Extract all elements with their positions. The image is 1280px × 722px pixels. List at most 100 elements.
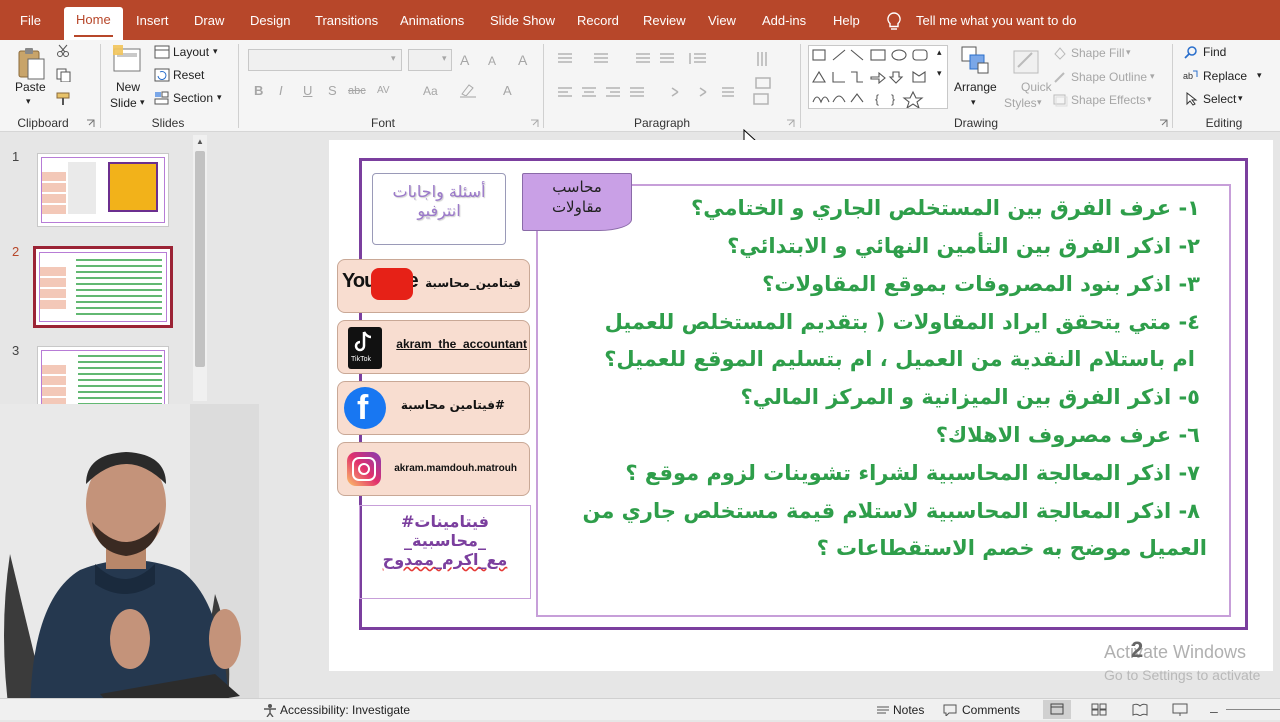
chevron-down-icon[interactable]: ▾ <box>442 53 447 64</box>
chevron-down-icon[interactable]: ▾ <box>26 96 31 107</box>
shapes-gallery-icon[interactable]: {} <box>809 46 947 110</box>
new-slide-label-1[interactable]: New <box>116 80 140 94</box>
strikethrough-button[interactable]: abc <box>348 85 366 97</box>
chevron-down-icon[interactable]: ▾ <box>1126 47 1131 58</box>
char-spacing-button[interactable]: AV <box>377 85 390 96</box>
chevron-down-icon[interactable]: ▾ <box>1238 93 1243 104</box>
clear-format-icon[interactable]: A <box>518 52 527 68</box>
slide-canvas[interactable]: محاسب مقاولات أسئلة واجابات انترفيو YouT… <box>329 140 1273 671</box>
slide-thumbnail-1[interactable] <box>37 153 169 227</box>
zoom-out-icon[interactable]: – <box>1210 703 1218 719</box>
cut-icon[interactable] <box>56 44 70 58</box>
tab-insert[interactable]: Insert <box>132 8 173 36</box>
quick-styles-label-2[interactable]: Styles <box>1004 96 1037 110</box>
select-button[interactable]: Select <box>1203 92 1236 106</box>
dialog-launcher-icon[interactable] <box>786 119 795 128</box>
chevron-down-icon[interactable]: ▾ <box>1147 94 1152 105</box>
find-button[interactable]: Find <box>1203 45 1226 59</box>
slide-thumbnail-2[interactable] <box>33 246 173 328</box>
instagram-handle: akram.mamdouh.matrouh <box>394 463 517 474</box>
tab-design[interactable]: Design <box>246 8 294 36</box>
interview-badge[interactable]: أسئلة واجابات انترفيو <box>372 173 506 245</box>
new-slide-icon[interactable] <box>112 44 144 76</box>
shrink-font-icon[interactable]: A <box>488 54 496 68</box>
cursor-icon <box>1186 92 1198 106</box>
slide-thumbnail-3[interactable] <box>37 346 169 406</box>
tab-slide-show[interactable]: Slide Show <box>486 8 559 36</box>
replace-icon: ab <box>1183 70 1198 81</box>
chevron-down-icon[interactable]: ▾ <box>937 68 942 79</box>
tab-draw[interactable]: Draw <box>190 8 228 36</box>
tell-me-search[interactable]: Tell me what you want to do <box>912 8 1080 36</box>
paragraph-controls-icon[interactable] <box>554 48 784 108</box>
svg-text:}: } <box>891 92 895 106</box>
tab-animations[interactable]: Animations <box>396 8 468 36</box>
font-name-select[interactable] <box>248 49 402 71</box>
quick-styles-label-1[interactable]: Quick <box>1021 80 1052 94</box>
paste-button[interactable]: Paste <box>15 80 46 94</box>
tab-view[interactable]: View <box>704 8 740 36</box>
title-tag[interactable]: محاسب مقاولات <box>522 173 632 231</box>
chevron-down-icon[interactable]: ▾ <box>1150 71 1155 82</box>
thumbnail-number: 2 <box>12 244 20 259</box>
format-painter-icon[interactable] <box>56 92 72 106</box>
dialog-launcher-icon[interactable] <box>530 119 539 128</box>
replace-button[interactable]: Replace <box>1203 69 1247 83</box>
chevron-up-icon[interactable]: ▴ <box>937 47 942 58</box>
tab-transitions[interactable]: Transitions <box>311 8 382 36</box>
italic-button[interactable]: I <box>279 83 283 98</box>
quick-styles-icon[interactable] <box>1010 45 1042 77</box>
highlight-icon[interactable] <box>459 82 477 98</box>
shape-fill-button[interactable]: Shape Fill <box>1071 46 1124 60</box>
accessibility-status[interactable]: Accessibility: Investigate <box>280 703 410 717</box>
notes-button[interactable]: Notes <box>893 703 924 717</box>
chevron-down-icon[interactable]: ▾ <box>213 46 218 57</box>
normal-view-button[interactable] <box>1043 700 1071 719</box>
arrange-button[interactable]: Arrange <box>954 80 997 94</box>
section-button[interactable]: Section <box>173 91 213 105</box>
dialog-launcher-icon[interactable] <box>1159 119 1168 128</box>
slide-sorter-icon[interactable] <box>1091 703 1107 716</box>
shadow-button[interactable]: S <box>328 83 337 98</box>
tab-help[interactable]: Help <box>829 8 864 36</box>
scrollbar-thumb[interactable] <box>195 151 205 367</box>
copy-icon[interactable] <box>56 68 72 82</box>
dialog-launcher-icon[interactable] <box>86 119 95 128</box>
shape-effects-button[interactable]: Shape Effects <box>1071 93 1146 107</box>
scroll-up-icon[interactable]: ▲ <box>196 137 204 146</box>
tab-record[interactable]: Record <box>573 8 623 36</box>
underline-button[interactable]: U <box>303 83 312 98</box>
layout-button[interactable]: Layout <box>173 45 209 59</box>
chevron-down-icon[interactable]: ▾ <box>1037 97 1042 108</box>
font-color-button[interactable]: A <box>503 83 512 98</box>
grow-font-icon[interactable]: A <box>460 52 469 68</box>
hashtag-box[interactable]: #فيتامينات _محاسبية_ مع_اكرم_ممدوح <box>359 505 531 599</box>
chevron-down-icon[interactable]: ▾ <box>140 97 145 108</box>
paste-icon[interactable] <box>16 45 46 81</box>
chevron-down-icon[interactable]: ▾ <box>391 53 396 64</box>
chevron-down-icon[interactable]: ▾ <box>971 97 976 108</box>
reading-view-icon[interactable] <box>1132 703 1148 716</box>
comments-button[interactable]: Comments <box>962 703 1020 717</box>
chevron-down-icon[interactable]: ▾ <box>217 92 222 103</box>
question-line: ٣- اذكر بنود المصروفات بموقع المقاولات؟ <box>762 272 1200 296</box>
new-slide-label-2[interactable]: Slide <box>110 96 137 110</box>
tab-file[interactable]: File <box>16 8 45 36</box>
social-card-youtube[interactable]: YouTube فيتامين_محاسبة <box>337 259 530 313</box>
social-card-instagram[interactable]: akram.mamdouh.matrouh <box>337 442 530 496</box>
shapes-gallery[interactable]: {} <box>808 45 948 110</box>
social-card-tiktok[interactable]: TikTok akram_the_accountant <box>337 320 530 374</box>
change-case-button[interactable]: Aa <box>423 84 438 98</box>
tab-review[interactable]: Review <box>639 8 690 36</box>
tab-add-ins[interactable]: Add-ins <box>758 8 810 36</box>
zoom-slider[interactable] <box>1226 709 1280 710</box>
badge-line1: أسئلة واجابات <box>392 182 486 201</box>
chevron-down-icon[interactable]: ▾ <box>1257 70 1262 81</box>
reset-button[interactable]: Reset <box>173 68 204 82</box>
tab-home[interactable]: Home <box>64 7 123 40</box>
bold-button[interactable]: B <box>254 83 263 98</box>
shape-outline-button[interactable]: Shape Outline <box>1071 70 1147 84</box>
slideshow-icon[interactable] <box>1172 703 1188 716</box>
arrange-icon[interactable] <box>960 45 992 77</box>
social-card-facebook[interactable]: f #فيتامين محاسبة <box>337 381 530 435</box>
